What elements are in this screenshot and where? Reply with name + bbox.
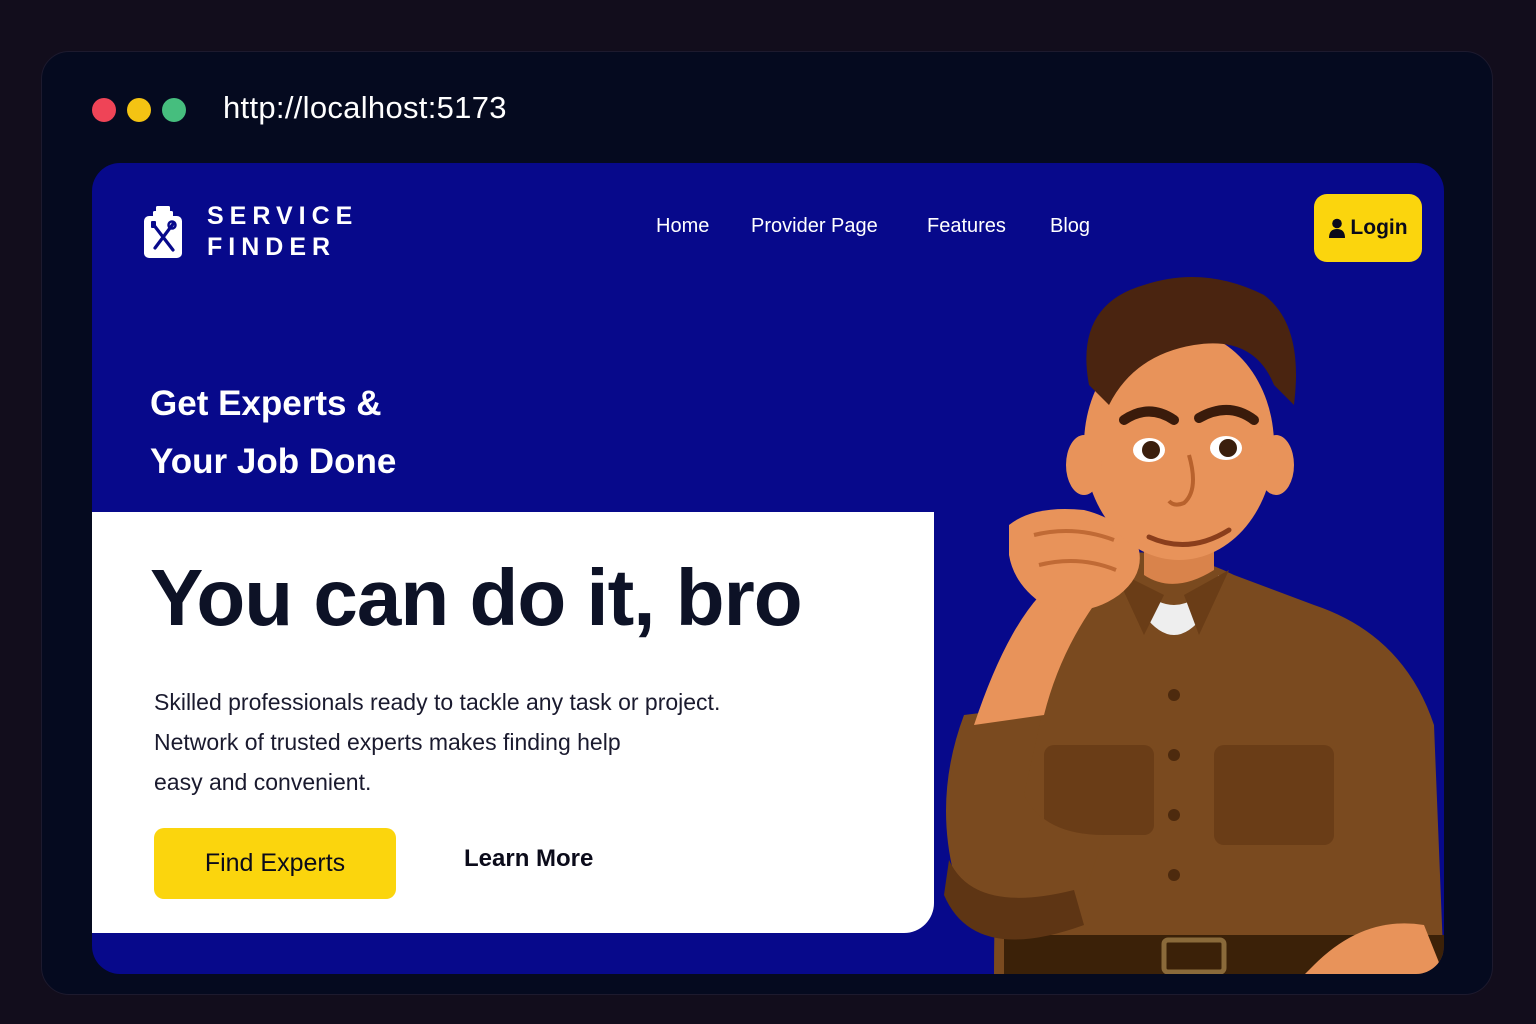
learn-more-button[interactable]: Learn More — [464, 845, 593, 873]
window-controls — [92, 98, 186, 122]
nav-provider-page[interactable]: Provider Page — [751, 215, 878, 238]
cartoon-man-illustration — [944, 277, 1444, 974]
hero-tagline: Get Experts & Your Job Done — [150, 375, 396, 491]
close-dot[interactable] — [92, 98, 116, 122]
minimize-dot[interactable] — [127, 98, 151, 122]
page-viewport: SERVICE FINDER Home Provider Page Featur… — [92, 163, 1444, 974]
hero-headline: You can do it, bro — [150, 553, 803, 642]
tagline-line-2: Your Job Done — [150, 442, 397, 481]
brand-name: SERVICE FINDER — [207, 201, 358, 263]
brand-line-2: FINDER — [207, 233, 337, 261]
user-icon — [1329, 218, 1346, 238]
brand-logo[interactable]: SERVICE FINDER — [144, 201, 358, 263]
login-label: Login — [1350, 216, 1408, 239]
nav-blog[interactable]: Blog — [1050, 215, 1090, 238]
hero-card: You can do it, bro Skilled professionals… — [92, 512, 934, 933]
find-experts-button[interactable]: Find Experts — [154, 828, 396, 899]
nav-home[interactable]: Home — [656, 215, 709, 238]
hero-description: Skilled professionals ready to tackle an… — [154, 682, 834, 802]
address-bar[interactable]: http://localhost:5173 — [223, 90, 507, 126]
description-line: Skilled professionals ready to tackle an… — [154, 689, 721, 715]
maximize-dot[interactable] — [162, 98, 186, 122]
description-line: easy and convenient. — [154, 769, 372, 795]
brand-line-1: SERVICE — [207, 202, 359, 230]
nav-features[interactable]: Features — [927, 215, 1006, 238]
tagline-line-1: Get Experts & — [150, 384, 382, 423]
clipboard-tools-icon — [144, 206, 182, 258]
browser-window: http://localhost:5173 SERVICE FINDER Hom… — [41, 51, 1493, 995]
login-button[interactable]: Login — [1314, 194, 1422, 262]
description-line: Network of trusted experts makes finding… — [154, 729, 621, 755]
